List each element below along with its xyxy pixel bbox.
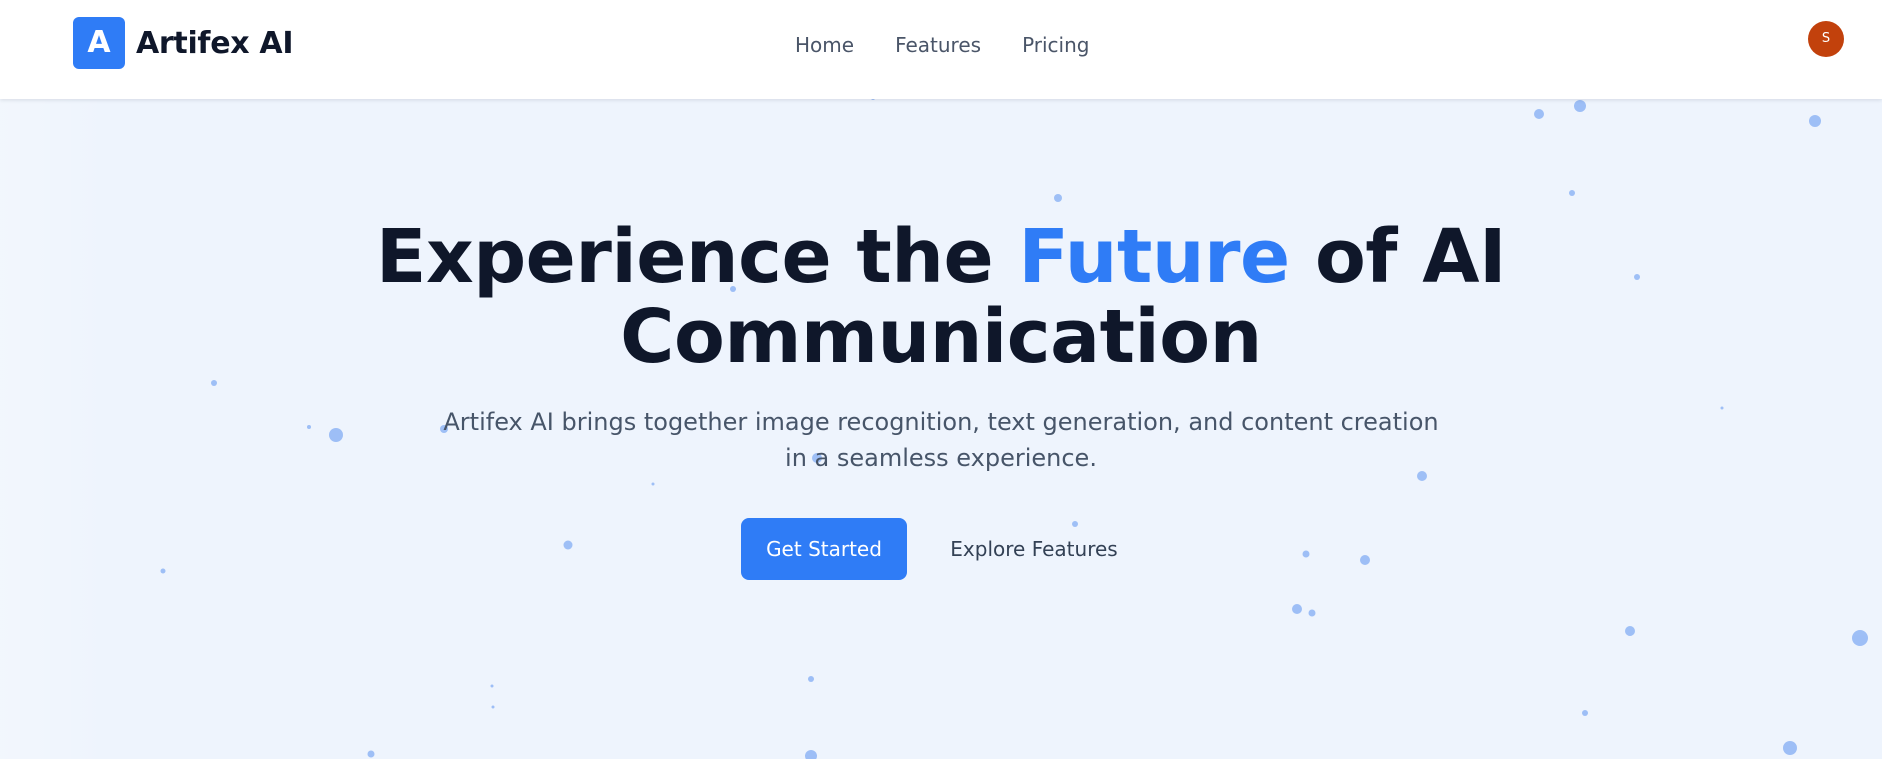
particle-dot	[1783, 741, 1797, 755]
particle-dot	[1534, 109, 1544, 119]
hero-headline-accent: Future	[1018, 214, 1290, 300]
particle-dot	[1292, 604, 1302, 614]
particle-dot	[307, 425, 311, 429]
main-nav: Home Features Pricing	[795, 30, 1130, 60]
particle-dot	[367, 750, 375, 758]
particle-dot	[1574, 100, 1586, 112]
particle-dot	[1569, 190, 1575, 196]
hero-headline: Experience the Future of AI Communicatio…	[340, 217, 1542, 377]
nav-link-pricing[interactable]: Pricing	[1022, 30, 1089, 60]
particle-dot	[329, 428, 343, 442]
particle-dot	[211, 380, 217, 386]
logo-icon: A	[73, 17, 125, 69]
hero-section: Experience the Future of AI Communicatio…	[0, 99, 1882, 759]
particle-dot	[1625, 626, 1635, 636]
particle-dot	[651, 482, 655, 486]
particle-dot	[805, 750, 817, 759]
particle-dot	[1054, 194, 1062, 202]
nav-link-home[interactable]: Home	[795, 30, 854, 60]
particle-dot	[1308, 609, 1316, 617]
get-started-button[interactable]: Get Started	[741, 518, 907, 580]
particle-dot	[1852, 630, 1868, 646]
particle-dot	[1360, 555, 1370, 565]
particle-dot	[1720, 406, 1724, 410]
hero-subtitle: Artifex AI brings together image recogni…	[443, 408, 1439, 472]
particle-dot	[1582, 710, 1588, 716]
particle-dot	[491, 705, 495, 709]
particle-dot	[871, 99, 875, 100]
brand-logo-link[interactable]: A Artifex AI	[73, 17, 294, 69]
particle-dot	[160, 568, 166, 574]
particle-dot	[1634, 274, 1640, 280]
hero-headline-prefix: Experience the	[375, 214, 1019, 300]
top-navbar: A Artifex AI Home Features Pricing S	[0, 0, 1882, 99]
particle-dot	[1809, 115, 1821, 127]
brand-name: Artifex AI	[136, 25, 294, 61]
particle-dot	[1302, 550, 1310, 558]
particle-dot	[808, 676, 814, 682]
particle-dot	[563, 540, 573, 550]
nav-link-features[interactable]: Features	[895, 30, 981, 60]
user-avatar[interactable]: S	[1808, 21, 1844, 57]
explore-features-button[interactable]: Explore Features	[939, 518, 1129, 580]
particle-dot	[490, 684, 494, 688]
